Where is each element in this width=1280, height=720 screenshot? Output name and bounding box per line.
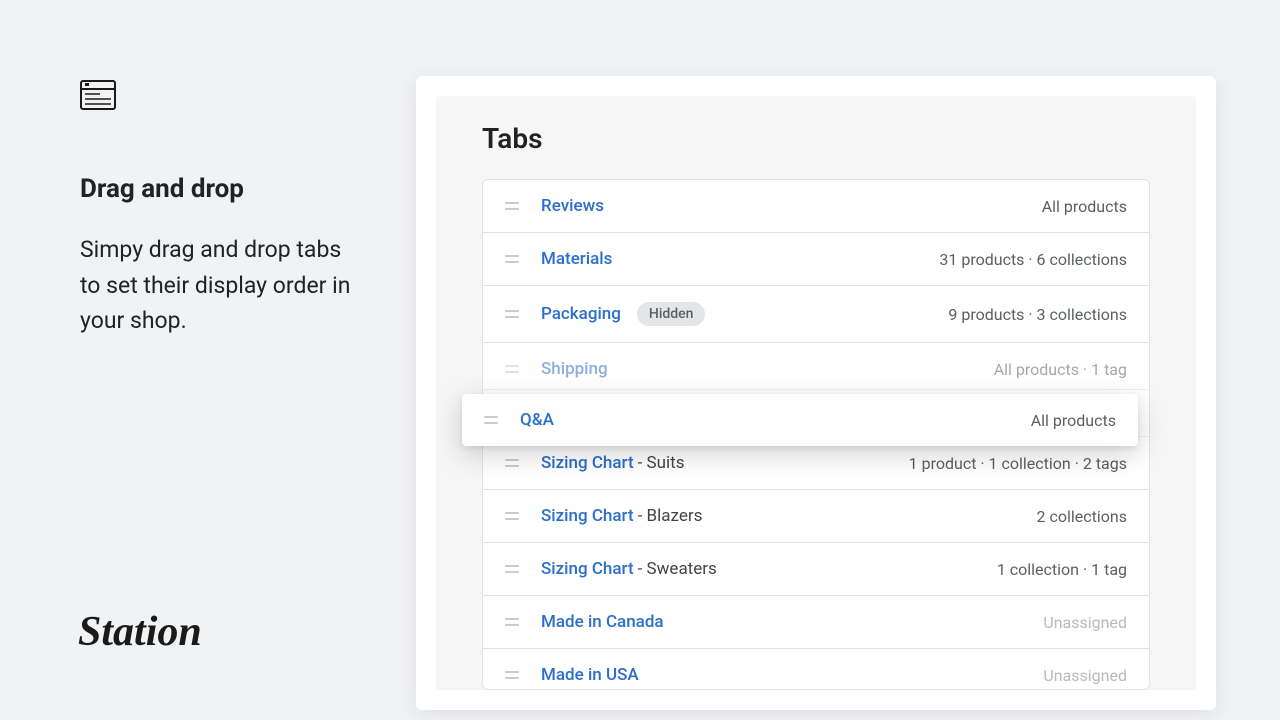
tab-name-link[interactable]: Packaging — [541, 304, 621, 324]
tab-row[interactable]: Packaging Hidden 9 products · 3 collecti… — [483, 286, 1149, 343]
tab-meta: Unassigned — [1043, 666, 1127, 685]
tab-row[interactable]: Sizing Chart - Sweaters 1 collection · 1… — [483, 543, 1149, 596]
tab-name-link[interactable]: Made in USA — [541, 665, 639, 685]
tab-meta: 31 products · 6 collections — [939, 250, 1127, 269]
tab-meta: 1 product · 1 collection · 2 tags — [909, 454, 1127, 473]
tab-row[interactable]: Shipping All products · 1 tag — [483, 343, 1149, 390]
tab-meta: All products · 1 tag — [994, 360, 1127, 379]
tab-suffix: - Blazers — [638, 506, 703, 526]
hidden-badge: Hidden — [637, 302, 706, 326]
tab-suffix: - Sweaters — [638, 559, 717, 579]
tab-row[interactable]: Reviews All products — [483, 180, 1149, 233]
drag-handle-icon[interactable] — [505, 255, 519, 263]
drag-handle-icon[interactable] — [505, 618, 519, 626]
feature-heading: Drag and drop — [80, 174, 360, 204]
document-icon — [80, 80, 116, 110]
tab-name-link[interactable]: Q&A — [520, 410, 554, 430]
drag-handle-icon[interactable] — [484, 416, 498, 424]
tab-meta: All products — [1042, 197, 1127, 216]
drag-handle-icon[interactable] — [505, 671, 519, 679]
feature-description: Simpy drag and drop tabs to set their di… — [80, 232, 360, 339]
tab-meta: 9 products · 3 collections — [948, 305, 1127, 324]
tab-name-link[interactable]: Shipping — [541, 359, 608, 379]
tabs-panel: Tabs Reviews All products Materials 31 p… — [416, 76, 1216, 710]
tab-meta: 1 collection · 1 tag — [997, 560, 1127, 579]
drag-handle-icon[interactable] — [505, 365, 519, 373]
tab-row[interactable]: Sizing Chart - Blazers 2 collections — [483, 490, 1149, 543]
tab-meta: Unassigned — [1043, 613, 1127, 632]
tab-suffix: - Suits — [638, 453, 685, 473]
tab-name-link[interactable]: Sizing Chart — [541, 506, 634, 526]
tab-name-link[interactable]: Materials — [541, 249, 612, 269]
tab-row[interactable]: Materials 31 products · 6 collections — [483, 233, 1149, 286]
tab-name-link[interactable]: Reviews — [541, 196, 604, 216]
drag-handle-icon[interactable] — [505, 565, 519, 573]
tab-name-link[interactable]: Sizing Chart — [541, 559, 634, 579]
drag-handle-icon[interactable] — [505, 459, 519, 467]
tab-meta: All products — [1031, 411, 1116, 430]
brand-logo: Station — [78, 608, 202, 656]
dragging-tab-row[interactable]: Q&A All products — [462, 394, 1138, 446]
tab-row[interactable]: Made in Canada Unassigned — [483, 596, 1149, 649]
tab-meta: 2 collections — [1037, 507, 1127, 526]
drag-handle-icon[interactable] — [505, 310, 519, 318]
drag-handle-icon[interactable] — [505, 512, 519, 520]
panel-title: Tabs — [436, 122, 1196, 179]
tab-name-link[interactable]: Sizing Chart — [541, 453, 634, 473]
tab-row[interactable]: Made in USA Unassigned — [483, 649, 1149, 689]
drag-handle-icon[interactable] — [505, 202, 519, 210]
tab-name-link[interactable]: Made in Canada — [541, 612, 664, 632]
